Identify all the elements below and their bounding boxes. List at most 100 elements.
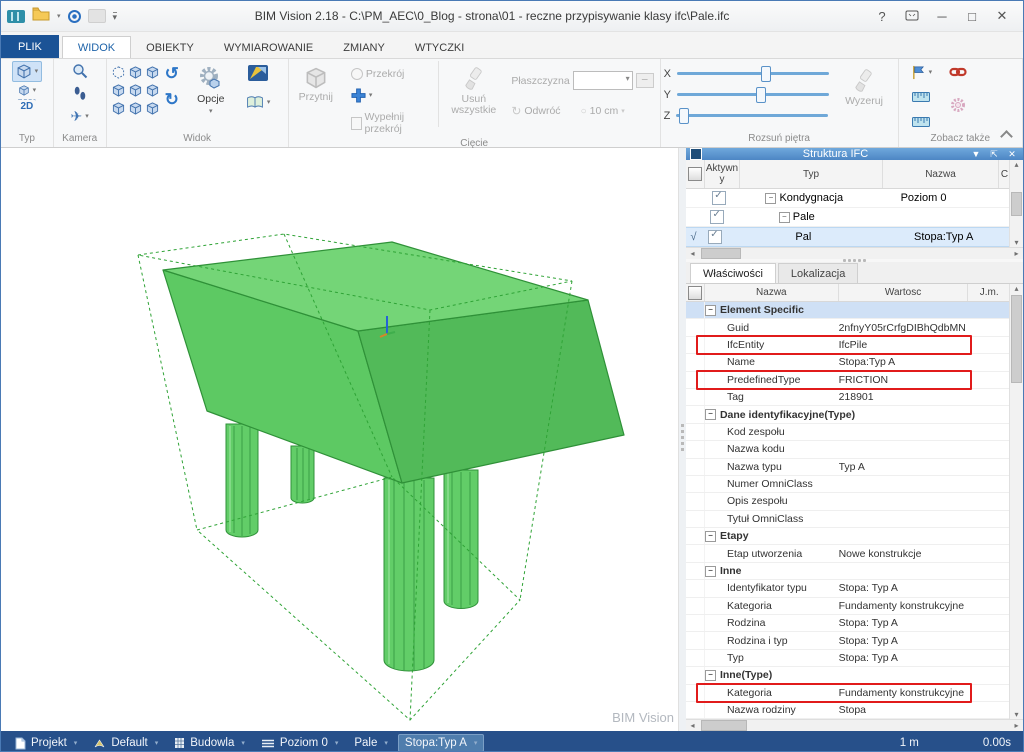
add-section-button[interactable]: ▾ [348, 86, 376, 105]
property-row[interactable]: Nazwa kodu [686, 441, 1010, 458]
ruler-vertical-icon[interactable] [912, 114, 930, 132]
tree-row-pale[interactable]: Pale [686, 208, 1010, 227]
property-row[interactable]: Numer OmniClass [686, 476, 1010, 493]
tree-row-pal-selected[interactable]: √ Pal Stopa:Typ A [686, 227, 1010, 247]
tab-lokalizacja[interactable]: Lokalizacja [778, 263, 858, 283]
minimize-button[interactable]: ─ [927, 9, 957, 24]
property-group-row[interactable]: Dane identyfikacyjne(Type) [686, 406, 1010, 423]
statusbar-item-pale[interactable]: Pale▾ [348, 735, 394, 751]
properties-header-row[interactable]: Nazwa Wartosc J.m. [686, 284, 1010, 302]
tab-wtyczki[interactable]: WTYCZKI [400, 37, 480, 58]
property-group-row[interactable]: Etapy [686, 528, 1010, 545]
property-row[interactable]: Kod zespołu [686, 424, 1010, 441]
panel-splitter[interactable] [678, 148, 686, 731]
collapse-icon[interactable] [705, 670, 716, 681]
active-checkbox[interactable] [712, 191, 726, 205]
structure-panel-titlebar[interactable]: Struktura IFC ▼ ⇱ ✕ [686, 148, 1023, 160]
structure-hscrollbar[interactable]: ◂ ▸ [686, 247, 1023, 259]
panel-menu-icon[interactable]: ▼ [969, 149, 983, 159]
rotate-ccw-icon[interactable]: ↺ [165, 65, 179, 83]
close-button[interactable]: ✕ [987, 8, 1017, 24]
help-button[interactable]: ? [867, 9, 897, 24]
view-mode-button[interactable]: ▾ [15, 83, 40, 98]
collapse-icon[interactable] [779, 212, 790, 223]
tab-zmiany[interactable]: ZMIANY [328, 37, 400, 58]
property-row-ifcentity[interactable]: IfcEntityIfcPile [686, 337, 1010, 354]
table-options-icon[interactable] [688, 167, 702, 181]
property-row[interactable]: Tytuł OmniClass [686, 511, 1010, 528]
statusbar-item-projekt[interactable]: Projekt▾ [9, 735, 83, 752]
tab-wlasciwosci[interactable]: Właściwości [690, 263, 776, 284]
property-row[interactable]: Nazwa rodzinyStopa [686, 702, 1010, 719]
scrollbar-thumb[interactable] [701, 248, 741, 259]
links-icon[interactable] [949, 65, 967, 83]
property-row[interactable]: Rodzina i typStopa: Typ A [686, 632, 1010, 649]
structure-vscrollbar[interactable]: ▴▾ [1009, 160, 1023, 247]
property-row[interactable]: NameStopa:Typ A [686, 354, 1010, 371]
statusbar-item-stopa[interactable]: Stopa:Typ A▾ [398, 734, 485, 752]
property-group-row[interactable]: Element Specific [686, 302, 1010, 319]
zoom-tool-icon[interactable] [69, 61, 91, 81]
flags-button[interactable]: ▾ [908, 63, 936, 82]
statusbar-item-default[interactable]: Default▾ [87, 735, 164, 751]
active-checkbox[interactable] [708, 230, 722, 244]
fullscreen-button[interactable] [897, 9, 927, 24]
minimap-icon[interactable] [248, 65, 268, 86]
active-checkbox[interactable] [710, 210, 724, 224]
fly-tool-icon[interactable]: ✈▾ [68, 106, 92, 127]
tab-obiekty[interactable]: OBIEKTY [131, 37, 209, 58]
properties-hscrollbar[interactable]: ◂ ▸ [686, 719, 1023, 731]
property-row[interactable]: Identyfikator typuStopa: Typ A [686, 580, 1010, 597]
property-row[interactable]: Etap utworzeniaNowe konstrukcje [686, 545, 1010, 562]
collapse-icon[interactable] [705, 409, 716, 420]
explode-y-slider[interactable] [677, 93, 829, 96]
collapse-icon[interactable] [705, 566, 716, 577]
tab-widok[interactable]: WIDOK [62, 36, 131, 58]
explode-x-slider[interactable] [677, 72, 829, 75]
statusbar-item-budowla[interactable]: Budowla▾ [168, 735, 251, 751]
property-group-row[interactable]: Inne(Type) [686, 667, 1010, 684]
structure-header-row[interactable]: Aktywny Typ Nazwa C [686, 160, 1010, 189]
property-row[interactable]: Nazwa typuTyp A [686, 459, 1010, 476]
gear-pink-icon[interactable] [950, 97, 966, 118]
ruler-horizontal-icon[interactable] [912, 89, 930, 107]
property-row[interactable]: TypStopa: Typ A [686, 650, 1010, 667]
scrollbar-thumb[interactable] [701, 720, 747, 731]
property-row[interactable]: Opis zespołu [686, 493, 1010, 510]
property-row[interactable]: KategoriaFundamenty konstrukcyjne [686, 598, 1010, 615]
explode-z-slider[interactable] [676, 114, 828, 117]
property-row[interactable]: Tag218901 [686, 389, 1010, 406]
viewport-3d[interactable]: BIM Vision [1, 148, 678, 731]
open-dropdown-icon[interactable]: ▾ [57, 13, 61, 20]
scrollbar-thumb[interactable] [1011, 192, 1022, 216]
property-row[interactable]: Guid2nfnyY05rCrfgDIBhQdbMN [686, 319, 1010, 336]
scrollbar-thumb[interactable] [1011, 295, 1022, 383]
collapse-icon[interactable] [705, 305, 716, 316]
plane-combobox[interactable] [573, 71, 633, 90]
open-file-button[interactable] [32, 7, 50, 26]
view-direction-buttons[interactable] [110, 63, 161, 117]
property-row-kategoria-type[interactable]: KategoriaFundamenty konstrukcyjne [686, 685, 1010, 702]
walk-tool-icon[interactable] [70, 84, 90, 103]
statusbar-item-poziom[interactable]: Poziom 0▾ [255, 735, 344, 751]
collapse-icon[interactable] [765, 193, 776, 204]
property-group-row[interactable]: Inne [686, 563, 1010, 580]
view-3d-button[interactable]: ▾ [12, 61, 43, 82]
map-view-icon[interactable]: ▾ [243, 94, 274, 111]
property-row[interactable]: RodzinaStopa: Typ A [686, 615, 1010, 632]
ribbon-group-rozsun: X Y Z Wyzeruj Rozsuń piętra [661, 59, 899, 147]
tree-row-kondygnacja[interactable]: Kondygnacja Poziom 0 [686, 189, 1010, 208]
options-button[interactable]: Opcje ▾ [183, 63, 239, 117]
properties-vscrollbar[interactable]: ▴▾ [1009, 284, 1023, 719]
table-options-icon[interactable] [688, 286, 702, 300]
view-2d-button[interactable]: 2D [17, 99, 36, 114]
panel-dock-icon[interactable]: ⇱ [987, 149, 1001, 160]
zoom-extents-button[interactable] [68, 10, 81, 23]
collapse-icon[interactable] [705, 531, 716, 542]
tab-wymiarowanie[interactable]: WYMIAROWANIE [209, 37, 328, 58]
tab-plik[interactable]: PLIK [1, 35, 59, 58]
panel-close-icon[interactable]: ✕ [1005, 149, 1019, 160]
property-row-predefinedtype[interactable]: PredefinedTypeFRICTION [686, 372, 1010, 389]
maximize-button[interactable]: □ [957, 9, 987, 24]
rotate-cw-icon[interactable]: ↻ [165, 91, 179, 109]
